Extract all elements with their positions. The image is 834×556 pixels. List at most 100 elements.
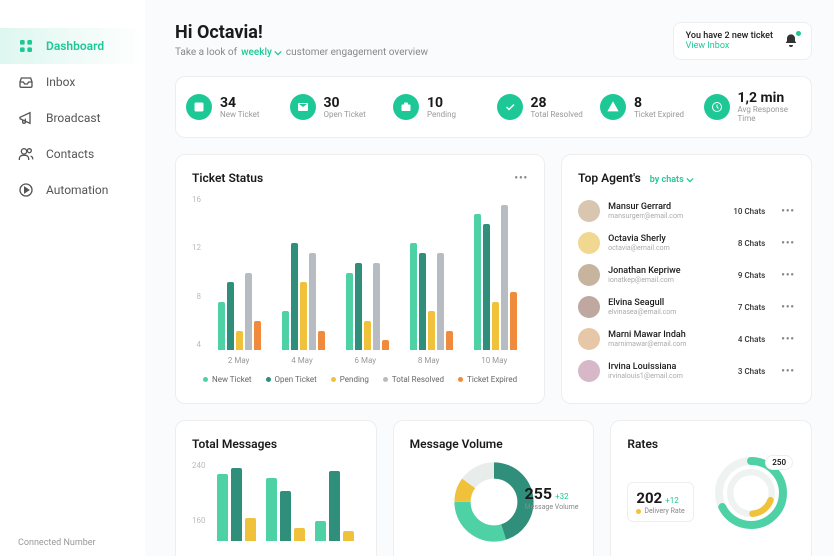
metric-total-resolved: 28Total Resolved	[497, 91, 595, 123]
chart-bar	[446, 331, 453, 350]
agent-row: Irvina Louissianairvinalouis1@email.com3…	[578, 355, 795, 387]
agent-chat-count: 9 Chats	[738, 271, 765, 280]
sidebar-item-label: Inbox	[46, 75, 75, 89]
metric-value: 8	[634, 96, 684, 110]
chart-bar	[364, 321, 371, 350]
chart-group	[218, 195, 261, 350]
agent-chat-count: 8 Chats	[738, 239, 765, 248]
agent-chat-count: 10 Chats	[733, 207, 765, 216]
chart-bar	[355, 263, 362, 350]
chart-bar	[437, 253, 444, 350]
chart-bar	[218, 302, 225, 350]
check-icon	[497, 94, 523, 120]
sidebar-item-contacts[interactable]: Contacts	[0, 136, 145, 172]
sidebar-item-label: Contacts	[46, 147, 94, 161]
agent-row: Octavia Sherlyoctavia@email.com8 Chats••…	[578, 227, 795, 259]
bell-icon[interactable]	[783, 33, 799, 49]
chart-bar	[419, 253, 426, 350]
card-title: Ticket Status	[192, 171, 263, 185]
chart-group	[346, 195, 389, 350]
card-title: Top Agent's by chats	[578, 171, 694, 185]
rates-card: Rates 202 +12 Delivery Rate	[610, 420, 812, 556]
chart-bar	[492, 302, 499, 350]
avatar	[578, 200, 600, 222]
view-inbox-link[interactable]: View Inbox	[686, 41, 773, 51]
message-volume-donut: 255 +32 Message Volume	[449, 457, 539, 547]
page-subtitle: Take a look of weekly customer engagemen…	[175, 47, 428, 58]
chart-bar	[474, 214, 481, 350]
agent-menu-button[interactable]: •••	[781, 270, 795, 281]
ticket-status-card: Ticket Status ••• 161284 2 May4 May6 May…	[175, 154, 545, 404]
rates-gauge: 250	[711, 453, 791, 533]
metric-value: 28	[531, 96, 583, 110]
chart-group	[315, 461, 354, 541]
agent-row: Jonathan Kepriweionatkep@email.com9 Chat…	[578, 259, 795, 291]
sidebar-item-inbox[interactable]: Inbox	[0, 64, 145, 100]
page-title: Hi Octavia!	[175, 22, 428, 43]
chart-bar	[300, 282, 307, 350]
clock-icon	[704, 94, 730, 120]
play-icon	[18, 182, 34, 198]
chart-bar	[373, 263, 380, 350]
period-dropdown[interactable]: weekly	[241, 47, 282, 58]
chart-bar	[245, 273, 252, 351]
agent-menu-button[interactable]: •••	[781, 366, 795, 377]
volume-value: 255	[525, 484, 553, 503]
legend-item: Open Ticket	[266, 375, 317, 384]
chart-bar	[245, 518, 256, 541]
agent-menu-button[interactable]: •••	[781, 302, 795, 313]
chart-bar	[410, 243, 417, 350]
chart-bar	[501, 205, 508, 350]
chart-bar	[266, 478, 277, 541]
notification-card[interactable]: You have 2 new ticket View Inbox	[673, 22, 812, 60]
chart-bar	[343, 531, 354, 541]
metric-value: 34	[220, 96, 260, 110]
agents-filter-dropdown[interactable]: by chats	[650, 175, 694, 185]
card-menu-button[interactable]: •••	[514, 173, 528, 184]
agent-menu-button[interactable]: •••	[781, 238, 795, 249]
legend-item: Ticket Expired	[458, 375, 517, 384]
metric-value: 10	[427, 96, 456, 110]
inbox-icon	[18, 74, 34, 90]
metric-label: Avg Response Time	[738, 105, 802, 123]
chart-bar	[236, 331, 243, 350]
metrics-bar: 34New Ticket30Open Ticket10Pending28Tota…	[175, 76, 812, 138]
volume-delta: +32	[555, 492, 569, 501]
sidebar-item-broadcast[interactable]: Broadcast	[0, 100, 145, 136]
chart-bar	[483, 224, 490, 350]
chart-bar	[217, 474, 228, 541]
agent-name: Mansur Gerrard	[608, 202, 725, 212]
avatar	[578, 232, 600, 254]
avatar	[578, 360, 600, 382]
agent-email: mansurgerr@email.com	[608, 212, 725, 220]
chart-bar	[254, 321, 261, 350]
total-messages-card: Total Messages 240160	[175, 420, 377, 556]
chart-bar	[227, 282, 234, 350]
chart-group	[266, 461, 305, 541]
chart-bar	[382, 340, 389, 350]
sidebar-item-automation[interactable]: Automation	[0, 172, 145, 208]
sidebar-item-label: Broadcast	[46, 111, 101, 125]
legend-item: Pending	[331, 375, 369, 384]
sidebar-item-dashboard[interactable]: Dashboard	[0, 28, 145, 64]
sidebar-footer: Connected Number	[0, 538, 145, 548]
chart-bar	[291, 243, 298, 350]
agent-row: Marni Mawar Indahmarnimawar@email.com4 C…	[578, 323, 795, 355]
agent-email: ionatkep@email.com	[608, 276, 730, 284]
metric-open-ticket: 30Open Ticket	[290, 91, 388, 123]
metric-new-ticket: 34New Ticket	[186, 91, 284, 123]
agent-menu-button[interactable]: •••	[781, 206, 795, 217]
mail-icon	[290, 94, 316, 120]
notice-text: You have 2 new ticket	[686, 31, 773, 41]
agent-email: elvinasea@email.com	[608, 308, 730, 316]
ticket-status-chart: 161284 2 May4 May6 May8 May10 May	[192, 195, 528, 365]
agent-menu-button[interactable]: •••	[781, 334, 795, 345]
chart-bar	[309, 253, 316, 350]
main-content: Hi Octavia! Take a look of weekly custom…	[145, 0, 834, 556]
metric-value: 30	[324, 96, 366, 110]
users-icon	[18, 146, 34, 162]
alert-icon	[600, 94, 626, 120]
grid-icon	[18, 38, 34, 54]
chart-bar	[282, 311, 289, 350]
rates-badge: 202 +12 Delivery Rate	[627, 482, 693, 522]
